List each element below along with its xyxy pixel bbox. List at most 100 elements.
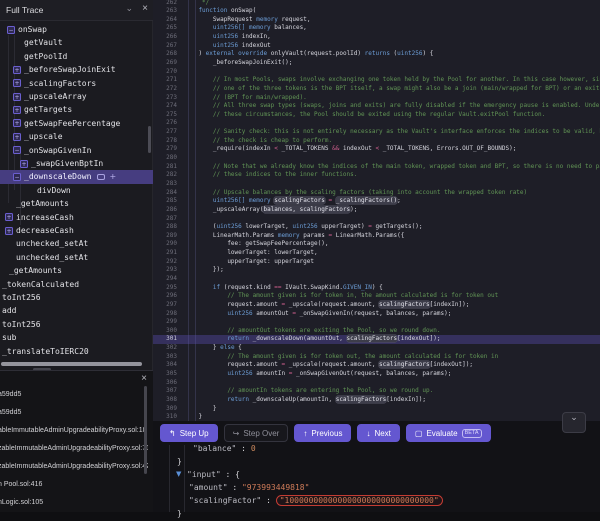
stack-item[interactable]: a59dd5 — [0, 386, 148, 404]
code-line[interactable]: 281// Note that we already know the indi… — [153, 163, 600, 172]
collapse-panel-button[interactable]: ⌄ — [562, 412, 586, 433]
step-up-button[interactable]: ↰Step Up — [160, 424, 218, 442]
code-line[interactable]: 292upperTarget: upperTarget — [153, 258, 600, 267]
expand-icon[interactable]: + — [13, 106, 21, 114]
trace-tree-item[interactable]: sub — [0, 331, 153, 344]
code-line[interactable]: 272// one of the three tokens is the BPT… — [153, 85, 600, 94]
code-line[interactable]: 309} — [153, 405, 600, 414]
code-line[interactable]: 293}); — [153, 266, 600, 275]
code-line[interactable]: 294 — [153, 275, 600, 284]
code-line[interactable]: 276 — [153, 119, 600, 128]
step-over-button[interactable]: ↪Step Over — [224, 424, 289, 442]
inspector-row[interactable]: ▼"input" : { — [153, 469, 600, 482]
code-line[interactable]: 282// these indices to the inner functio… — [153, 171, 600, 180]
trace-tree-item[interactable]: −onSwap — [0, 23, 153, 36]
stack-item[interactable]: zableImmutableAdminUpgradeabilityProxy.s… — [0, 440, 148, 458]
code-line[interactable]: 287 — [153, 215, 600, 224]
trace-tree-item[interactable]: +_scalingFactors — [0, 77, 153, 90]
code-line[interactable]: 288(uint256 lowerTarget, uint256 upperTa… — [153, 223, 600, 232]
code-line[interactable]: 264SwapRequest memory request, — [153, 16, 600, 25]
expand-icon[interactable]: + — [20, 160, 28, 168]
code-line[interactable]: 299 — [153, 318, 600, 327]
collapse-icon[interactable]: − — [7, 26, 15, 34]
stack-item[interactable]: a59dd5 — [0, 404, 148, 422]
inspector-row[interactable]: "amount" : "973993449818" — [153, 482, 600, 495]
trace-tree-item[interactable]: unchecked_setAt — [0, 237, 153, 250]
collapse-icon[interactable]: − — [13, 146, 21, 154]
trace-tree-item[interactable]: −_onSwapGivenIn — [0, 144, 153, 157]
expand-arrow-icon[interactable]: ▼ — [176, 470, 181, 478]
code-line[interactable]: 308return _downscaleUp(amountIn, scaling… — [153, 396, 600, 405]
stack-item[interactable]: nLogic.sol:105 — [0, 494, 148, 512]
tree-vertical-scrollbar[interactable] — [148, 126, 151, 153]
code-line[interactable]: 291lowerTarget: lowerTarget, — [153, 249, 600, 258]
code-line[interactable]: 263function onSwap( — [153, 7, 600, 16]
code-line[interactable]: 277// Sanity check: this is not entirely… — [153, 128, 600, 137]
trace-tree-item[interactable]: +_upscaleArray — [0, 90, 153, 103]
trace-tree-item[interactable]: getVault — [0, 36, 153, 49]
tree-horizontal-scrollbar[interactable] — [1, 362, 142, 366]
code-line[interactable]: 284// Upscale balances by the scaling fa… — [153, 189, 600, 198]
trace-tree-item[interactable]: getPoolId — [0, 50, 153, 63]
trace-tree-item[interactable]: +getTargets — [0, 103, 153, 116]
trace-tree-item[interactable]: +getSwapFeePercentage — [0, 117, 153, 130]
trace-tree-item[interactable]: −_downscaleDown+ — [0, 170, 153, 183]
code-line[interactable]: 280 — [153, 154, 600, 163]
expand-icon[interactable]: + — [5, 227, 13, 235]
expand-icon[interactable]: + — [5, 213, 13, 221]
code-line[interactable]: 269_beforeSwapJoinExit(); — [153, 59, 600, 68]
code-line[interactable]: 271// In most Pools, swaps involve excha… — [153, 76, 600, 85]
stack-vertical-scrollbar[interactable] — [144, 386, 147, 474]
trace-tree-item[interactable]: _getAmounts — [0, 264, 153, 277]
trace-tree-item[interactable]: toInt256 — [0, 291, 153, 304]
stack-item[interactable]: zableImmutableAdminUpgradeabilityProxy.s… — [0, 458, 148, 476]
code-line[interactable]: 304request.amount = _upscale(request.amo… — [153, 361, 600, 370]
expand-icon[interactable]: + — [13, 133, 21, 141]
trace-tree-item[interactable]: divDown — [0, 184, 153, 197]
trace-tree-item[interactable]: +_swapGivenBptIn — [0, 157, 153, 170]
inspector-row[interactable]: } — [153, 508, 600, 521]
code-line[interactable]: 275// these circumstances, the Pool shou… — [153, 111, 600, 120]
trace-tree-item[interactable]: +decreaseCash — [0, 224, 153, 237]
trace-tree-item[interactable]: add — [0, 304, 153, 317]
inspector-row[interactable]: } — [153, 456, 600, 469]
trace-tree-item[interactable]: +_beforeSwapJoinExit — [0, 63, 153, 76]
code-line[interactable]: 270 — [153, 68, 600, 77]
expand-icon[interactable]: + — [13, 66, 21, 74]
code-line[interactable]: 302} else { — [153, 344, 600, 353]
code-line[interactable]: 290fee: getSwapFeePercentage(), — [153, 240, 600, 249]
code-line[interactable]: 279_require(indexIn < _TOTAL_TOKENS && i… — [153, 145, 600, 154]
trace-tree-item[interactable]: unchecked_setAt — [0, 251, 153, 264]
code-line[interactable]: 295if (request.kind == IVault.SwapKind.G… — [153, 284, 600, 293]
code-line[interactable]: 305uint256 amountIn = _onSwapGivenOut(re… — [153, 370, 600, 379]
evaluate-button[interactable]: ▢EvaluateBETA — [406, 424, 491, 442]
stack-item[interactable]: n Pool.sol:416 — [0, 476, 148, 494]
code-line[interactable]: 306 — [153, 379, 600, 388]
close-icon[interactable]: × — [141, 373, 147, 384]
code-line[interactable]: 278// the check is cheap to perform. — [153, 137, 600, 146]
code-line[interactable]: 296// The amount given is for token in, … — [153, 292, 600, 301]
code-line[interactable]: 286_upscaleArray(balances, scalingFactor… — [153, 206, 600, 215]
trace-tree-item[interactable]: _getAmounts — [0, 197, 153, 210]
code-line-current[interactable]: 301return _downscaleDown(amountOut, scal… — [153, 335, 600, 344]
next-button[interactable]: ↓Next — [357, 424, 399, 442]
inspector-row[interactable]: "scalingFactor" : "100000000000000000000… — [153, 495, 600, 508]
trace-tree-item[interactable]: _tokenCalculated — [0, 278, 153, 291]
chevron-down-icon[interactable]: ⌄ — [125, 4, 133, 14]
code-line[interactable]: 297request.amount = _upscale(request.amo… — [153, 301, 600, 310]
comment-bubble-icon[interactable] — [97, 174, 105, 180]
expand-icon[interactable]: + — [13, 93, 21, 101]
previous-button[interactable]: ↑Previous — [294, 424, 351, 442]
collapse-icon[interactable]: − — [13, 173, 21, 181]
expand-icon[interactable]: + — [13, 119, 21, 127]
code-line[interactable]: 267uint256 indexOut — [153, 42, 600, 51]
code-line[interactable]: 273// (BPT for main/wrapped). — [153, 94, 600, 103]
code-line[interactable]: 266uint256 indexIn, — [153, 33, 600, 42]
add-comment-icon[interactable]: + — [109, 172, 116, 181]
code-editor[interactable]: 262*/263function onSwap(264SwapRequest m… — [153, 0, 600, 421]
stack-item[interactable]: ableImmutableAdminUpgradeabilityProxy.so… — [0, 422, 148, 440]
trace-tree-item[interactable]: +_upscale — [0, 130, 153, 143]
trace-tree-item[interactable]: toInt256 — [0, 318, 153, 331]
code-line[interactable]: 268) external override onlyVault(request… — [153, 50, 600, 59]
code-line[interactable]: 274// All three swap types (swaps, joins… — [153, 102, 600, 111]
